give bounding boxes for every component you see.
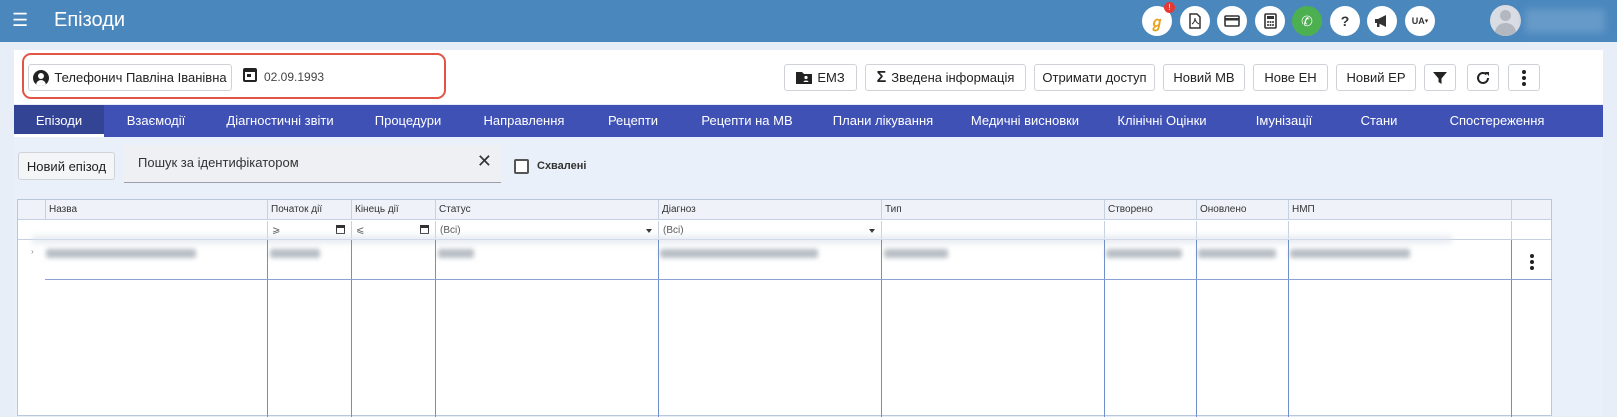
redacted-band [32,235,1452,244]
expand-icon[interactable]: › [31,247,34,256]
new-mv-button[interactable]: Новий МВ [1163,64,1245,91]
tab-conditions[interactable]: Стани [1348,105,1410,137]
folder-account-icon [796,72,813,84]
column-header-nmp[interactable]: НМП [1288,200,1511,220]
column-header-actions [1511,200,1552,220]
search-input[interactable]: Пошук за ідентифікатором ✕ [124,145,501,183]
ai-assistant-icon[interactable]: ℊ ! [1142,2,1175,36]
chevron-down-icon [646,229,652,233]
filter-button[interactable] [1424,64,1456,91]
column-header-status[interactable]: Статус [435,200,658,220]
column-header-created[interactable]: Створено [1104,200,1196,220]
tab-interactions[interactable]: Взаємодії [114,105,198,137]
grid-header: Назва Початок дії Кінець дії Статус Діаг… [18,200,1551,220]
refresh-button[interactable] [1467,64,1499,91]
language-label: UA [1411,16,1425,26]
page-title: Епізоди [54,9,126,31]
new-episode-button[interactable]: Новий епізод [18,152,115,180]
top-bar: ☰ Епізоди ℊ ! ✆ ? UA ▾ [0,0,1617,42]
tab-referrals[interactable]: Направлення [478,105,570,137]
redacted-cell [660,249,818,258]
column-header-name[interactable]: Назва [45,200,267,220]
notification-badge: ! [1164,2,1175,13]
emz-button[interactable]: ЕМЗ [784,64,857,91]
column-header-type[interactable]: Тип [881,200,1104,220]
tab-diagnostic-reports[interactable]: Діагностичні звіти [220,105,340,137]
column-header-end[interactable]: Кінець дії [351,200,435,220]
tab-medical-conclusions[interactable]: Медичні висновки [964,105,1086,137]
calendar-icon[interactable] [336,225,345,234]
help-icon[interactable]: ? [1330,6,1360,36]
megaphone-icon[interactable] [1367,6,1397,36]
redacted-cell [1290,249,1410,258]
tab-observations[interactable]: Спостереження [1432,105,1562,137]
new-er-button[interactable]: Новий ЕР [1336,64,1416,91]
patient-dob: 02.09.1993 [264,70,325,84]
redacted-cell [270,249,320,258]
avatar[interactable] [1490,5,1521,36]
column-header-start[interactable]: Початок дії [267,200,351,220]
tab-prescriptions[interactable]: Рецепти [598,105,668,137]
approved-checkbox[interactable] [514,159,529,174]
redacted-cell [1198,249,1276,258]
calculator-icon[interactable] [1255,6,1285,36]
search-label: Пошук за ідентифікатором [138,155,299,170]
column-header-diagnosis[interactable]: Діагноз [658,200,881,220]
get-access-button[interactable]: Отримати доступ [1034,64,1155,91]
patient-name: Телефонич Павліна Іванівна [54,70,227,85]
chevron-down-icon [869,229,875,233]
close-icon[interactable]: ✕ [477,151,492,172]
tab-clinical-assessments[interactable]: Клінічні Оцінки [1110,105,1214,137]
calendar-icon [243,68,257,82]
new-en-button[interactable]: Нове ЕН [1253,64,1328,91]
episodes-grid: Назва Початок дії Кінець дії Статус Діаг… [17,199,1552,417]
approved-label: Схвалені [537,160,587,172]
sigma-icon: Σ [876,68,887,86]
calendar-icon[interactable] [420,225,429,234]
filter-icon [1433,71,1447,84]
card-icon[interactable] [1217,6,1247,36]
kebab-icon [1522,69,1526,86]
tab-procedures[interactable]: Процедури [366,105,450,137]
redacted-cell [884,249,948,258]
redacted-cell [438,249,474,258]
tab-immunizations[interactable]: Імунізації [1240,105,1328,137]
account-icon [33,69,50,86]
tab-treatment-plans[interactable]: Плани лікування [824,105,942,137]
pdf-icon[interactable] [1180,6,1210,36]
phone-icon[interactable]: ✆ [1292,6,1322,36]
refresh-icon [1477,71,1489,84]
actions-filter [1511,221,1552,240]
user-name-redacted [1525,9,1605,33]
row-menu-icon[interactable] [1530,254,1534,272]
column-header-updated[interactable]: Оновлено [1196,200,1288,220]
summary-button[interactable]: Σ Зведена інформація [865,64,1026,91]
hamburger-menu-icon[interactable]: ☰ [12,11,28,29]
redacted-cell [1106,249,1182,258]
redacted-cell [46,249,196,258]
tab-episodes[interactable]: Епізоди [14,105,104,137]
section-tabs: Епізоди Взаємодії Діагностичні звіти Про… [14,105,1603,137]
patient-button[interactable]: Телефонич Павліна Іванівна [28,64,232,91]
language-selector[interactable]: UA ▾ [1405,6,1435,36]
tab-mv-prescriptions[interactable]: Рецепти на МВ [694,105,800,137]
more-menu-button[interactable] [1508,64,1540,91]
